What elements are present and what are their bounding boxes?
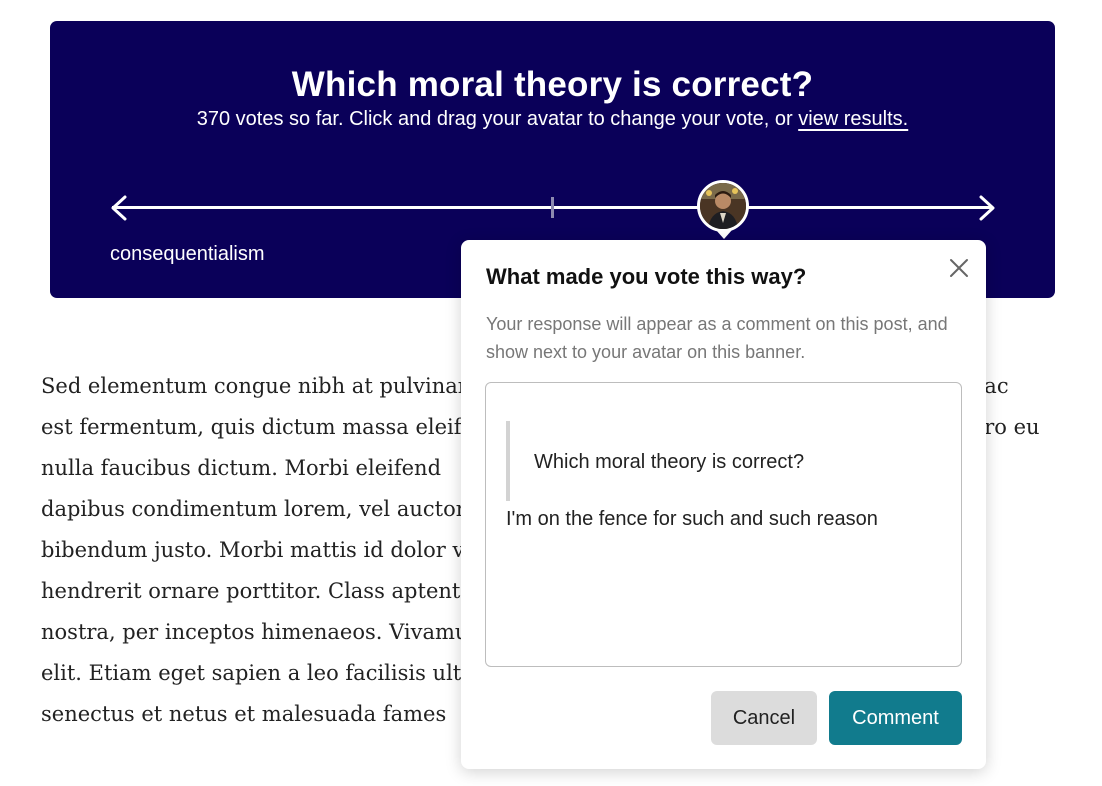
close-icon[interactable] (948, 257, 970, 279)
avatar[interactable] (697, 180, 749, 232)
view-results-link[interactable]: view results. (798, 108, 908, 130)
cancel-button[interactable]: Cancel (711, 691, 817, 745)
poll-title: Which moral theory is correct? (291, 65, 814, 104)
avatar-photo (700, 183, 746, 229)
blockquote-bar (506, 421, 510, 501)
arrow-right-icon (979, 195, 995, 221)
vote-reason-popup: What made you vote this way? Your respon… (461, 240, 986, 769)
comment-button[interactable]: Comment (829, 691, 962, 745)
blockquote-text: Which moral theory is correct? (534, 451, 805, 473)
popup-title: What made you vote this way? (486, 264, 807, 289)
comment-text: I'm on the fence for such and such reaso… (506, 508, 878, 530)
arrow-left-icon (111, 195, 127, 221)
avatar-pointer (716, 230, 732, 239)
axis-midpoint-tick (551, 197, 554, 218)
popup-description: Your response will appear as a comment o… (486, 314, 948, 362)
poll-subtitle: 370 votes so far. Click and drag your av… (50, 108, 1055, 131)
vote-count-text: 370 votes so far. Click and drag your av… (196, 108, 799, 130)
comment-textarea[interactable]: Which moral theory is correct? I'm on th… (485, 382, 962, 667)
axis-label-left: consequentialism (110, 243, 265, 265)
